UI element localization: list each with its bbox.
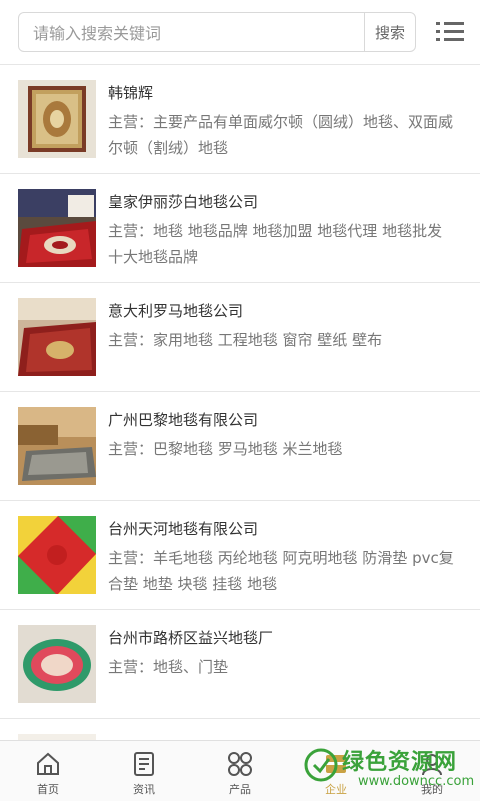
search-input[interactable]	[31, 13, 365, 53]
tab-label: 资讯	[133, 783, 155, 796]
watermark-logo-icon	[304, 748, 338, 782]
search-box: 搜索	[18, 12, 416, 53]
list-item[interactable]: 意大利罗马地毯公司 主营：家用地毯 工程地毯 窗帘 壁纸 壁布	[0, 283, 480, 392]
carpet-thumbnail	[18, 407, 96, 485]
company-business: 主营：地毯、门垫	[108, 658, 229, 676]
carpet-thumbnail	[18, 625, 96, 703]
company-business: 主营：家用地毯 工程地毯 窗帘 壁纸 壁布	[108, 331, 383, 349]
watermark: 绿色资源网 www.downcc.com	[300, 744, 480, 796]
list-item[interactable]: 广州巴黎地毯有限公司 主营：巴黎地毯 罗马地毯 米兰地毯	[0, 392, 480, 501]
carpet-thumbnail	[18, 189, 96, 267]
carpet-thumbnail	[18, 516, 96, 594]
company-name: 台州市路桥区益兴地毯厂	[108, 629, 274, 647]
carpet-thumbnail	[18, 80, 96, 158]
watermark-url: www.downcc.com	[358, 774, 475, 789]
list-item[interactable]: 韩锦辉 主营：主要产品有单面威尔顿（圆绒）地毯、双面威尔顿（割绒）地毯	[0, 65, 480, 174]
company-business: 主营：巴黎地毯 罗马地毯 米兰地毯	[108, 440, 343, 458]
company-business: 主营：地毯 地毯品牌 地毯加盟 地毯代理 地毯批发 十大地毯品牌	[108, 222, 443, 266]
tab-label: 产品	[229, 783, 251, 796]
list-item[interactable]: 台州市路桥区益兴地毯厂 主营：地毯、门垫	[0, 610, 480, 719]
tab-news[interactable]: 资讯	[96, 741, 192, 801]
news-icon	[134, 752, 154, 776]
company-name: 韩锦辉	[108, 84, 154, 102]
tab-home[interactable]: 首页	[0, 741, 96, 801]
company-business: 主营：羊毛地毯 丙纶地毯 阿克明地毯 防滑垫 pvc复合垫 地垫 块毯 挂毯 地…	[108, 549, 454, 593]
tab-label: 首页	[37, 783, 59, 796]
company-name: 皇家伊丽莎白地毯公司	[108, 193, 259, 211]
tab-products[interactable]: 产品	[192, 741, 288, 801]
list-item[interactable]: 皇家伊丽莎白地毯公司 主营：地毯 地毯品牌 地毯加盟 地毯代理 地毯批发 十大地…	[0, 174, 480, 283]
top-bar: 搜索	[0, 0, 480, 65]
company-list: 韩锦辉 主营：主要产品有单面威尔顿（圆绒）地毯、双面威尔顿（割绒）地毯 皇家伊丽…	[0, 65, 480, 759]
watermark-title: 绿色资源网	[342, 750, 458, 775]
list-menu-icon[interactable]	[436, 18, 464, 46]
search-button[interactable]: 搜索	[364, 13, 415, 51]
carpet-thumbnail	[18, 298, 96, 376]
list-item[interactable]: 台州天河地毯有限公司 主营：羊毛地毯 丙纶地毯 阿克明地毯 防滑垫 pvc复合垫…	[0, 501, 480, 610]
grid-icon	[228, 752, 252, 776]
company-name: 台州天河地毯有限公司	[108, 520, 259, 538]
home-icon	[37, 752, 59, 775]
company-business: 主营：主要产品有单面威尔顿（圆绒）地毯、双面威尔顿（割绒）地毯	[108, 113, 454, 157]
company-name: 意大利罗马地毯公司	[108, 302, 244, 320]
company-name: 广州巴黎地毯有限公司	[108, 411, 259, 429]
